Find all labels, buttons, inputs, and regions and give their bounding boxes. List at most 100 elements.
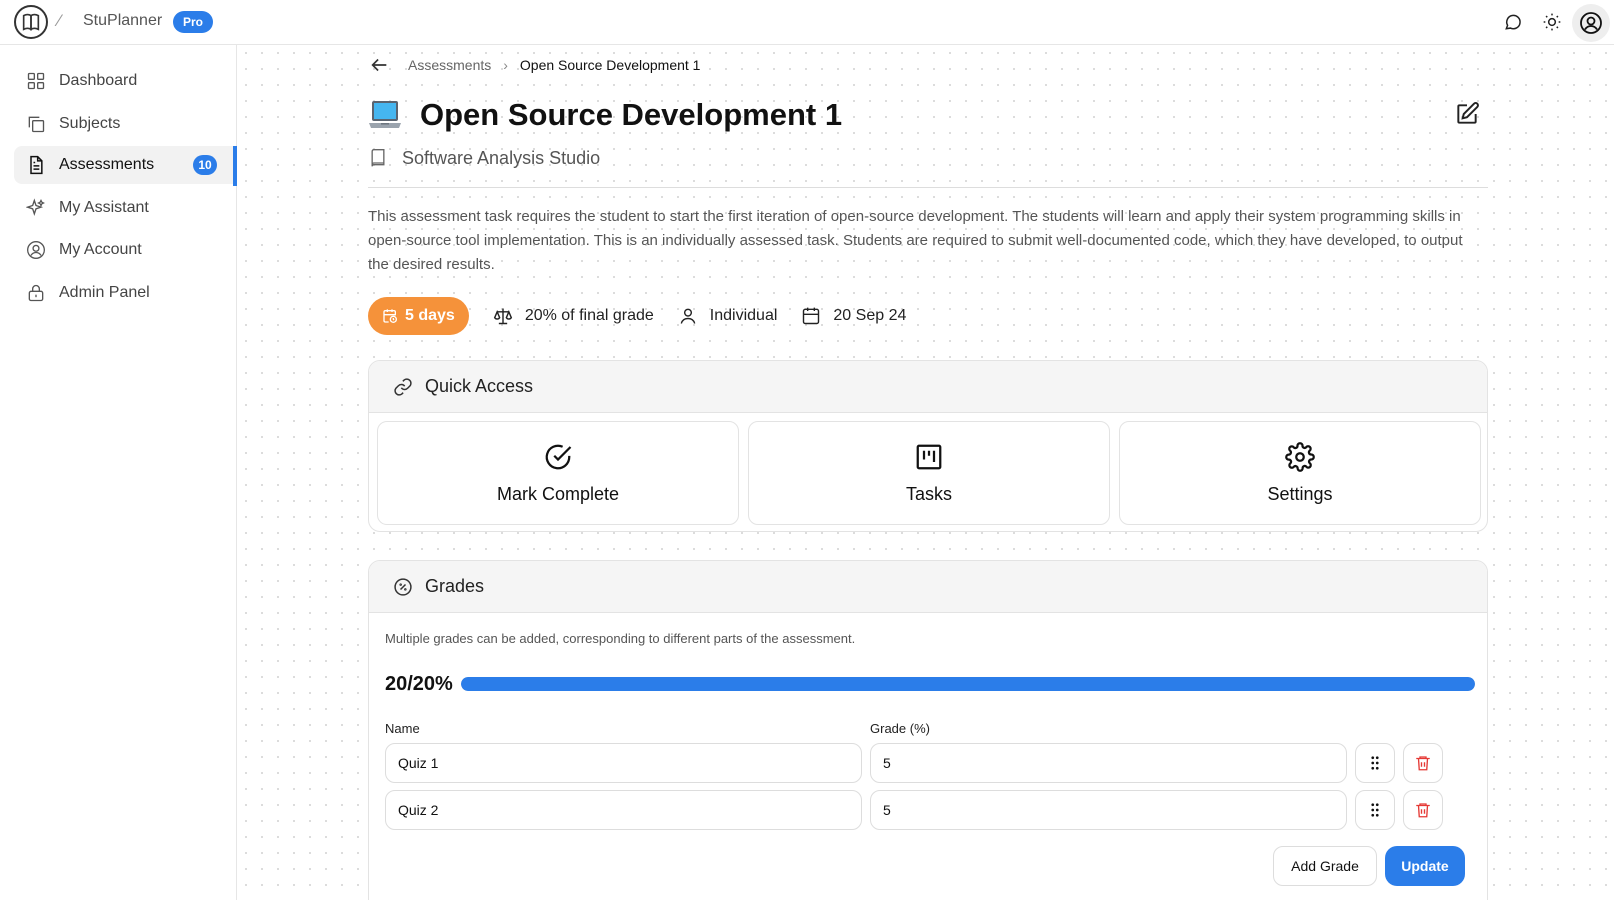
grade-row — [385, 743, 1475, 783]
update-grades-button[interactable]: Update — [1385, 846, 1465, 886]
theme-toggle-button[interactable] — [1541, 11, 1563, 33]
tasks-label: Tasks — [905, 483, 952, 504]
delete-grade-button[interactable] — [1403, 790, 1443, 830]
grades-progress-track — [460, 677, 1475, 691]
page-title: Open Source Development 1 — [420, 97, 843, 132]
grades-progress-fill — [460, 677, 1475, 691]
sidebar-item-assessments[interactable]: Assessments 10 — [14, 146, 237, 186]
sidebar-item-label: Admin Panel — [59, 284, 150, 301]
due-countdown-text: 5 days — [405, 307, 455, 324]
subject-row: Software Analysis Studio — [368, 145, 600, 171]
drag-handle-button[interactable] — [1355, 790, 1395, 830]
sidebar-item-label: Subjects — [59, 115, 121, 132]
mark-complete-button[interactable]: Mark Complete — [377, 421, 739, 525]
trash-icon — [1416, 756, 1430, 771]
tasks-button[interactable]: Tasks — [748, 421, 1110, 525]
book-logo-icon — [22, 13, 40, 31]
quick-access-header: Quick Access — [369, 361, 1487, 413]
quick-access-grid: Mark Complete Tasks Settings — [377, 421, 1481, 525]
app-logo[interactable] — [14, 5, 48, 39]
grip-vertical-icon — [1371, 803, 1379, 817]
grades-card: Grades Multiple grades can be added, cor… — [368, 560, 1488, 900]
sidebar-item-admin-panel[interactable]: Admin Panel — [14, 274, 237, 312]
scale-icon — [493, 308, 512, 325]
top-bar: ⁄ StuPlanner Pro — [0, 0, 1614, 45]
breadcrumb-current: Open Source Development 1 — [519, 57, 701, 73]
grip-vertical-icon — [1371, 756, 1379, 770]
quick-access-card: Quick Access Mark Complete Tasks Setting… — [368, 360, 1488, 532]
title-row: Open Source Development 1 — [368, 93, 842, 137]
sidebar-item-label: Assessments — [59, 156, 155, 173]
pro-badge: Pro — [173, 11, 214, 33]
copy-icon — [28, 116, 45, 133]
chat-bubble-icon — [1505, 14, 1521, 30]
sun-icon — [1543, 13, 1561, 31]
edit-icon — [1457, 102, 1479, 124]
grade-percent-input[interactable] — [870, 790, 1347, 830]
weight-meta: 20% of final grade — [493, 306, 654, 326]
arrow-left-icon — [371, 58, 387, 72]
sidebar-item-dashboard[interactable]: Dashboard — [14, 62, 237, 100]
user-circle-icon — [27, 241, 45, 259]
type-meta: Individual — [678, 306, 778, 326]
due-countdown-badge: 5 days — [368, 297, 469, 335]
percent-circle-icon — [394, 577, 412, 596]
quick-access-title: Quick Access — [425, 376, 534, 396]
grade-percent-input[interactable] — [870, 743, 1347, 783]
user-icon — [680, 308, 696, 324]
book-icon — [371, 149, 385, 167]
document-icon — [30, 155, 43, 175]
settings-label: Settings — [1267, 483, 1333, 504]
assessments-count-badge: 10 — [193, 155, 217, 175]
grades-progress-text: 20/20% — [385, 672, 453, 695]
trash-icon — [1416, 803, 1430, 818]
grades-hint: Multiple grades can be added, correspond… — [385, 631, 856, 646]
sidebar-item-label: Dashboard — [59, 72, 138, 89]
calendar-icon — [803, 307, 820, 325]
breadcrumb: Assessments › Open Source Development 1 — [368, 53, 700, 77]
feedback-button[interactable] — [1502, 11, 1524, 33]
link-icon — [394, 377, 412, 396]
account-avatar-button[interactable] — [1572, 4, 1610, 42]
gear-icon — [1285, 441, 1315, 472]
type-text: Individual — [709, 307, 778, 324]
back-button[interactable] — [368, 54, 390, 76]
grid-icon — [27, 72, 45, 90]
sidebar-item-label: My Assistant — [59, 199, 149, 216]
weight-text: 20% of final grade — [524, 307, 654, 324]
main-content: Assessments › Open Source Development 1 … — [238, 45, 1614, 900]
settings-button[interactable]: Settings — [1119, 421, 1481, 525]
grade-column-label: Grade (%) — [870, 721, 930, 736]
sidebar-item-subjects[interactable]: Subjects — [14, 105, 237, 143]
due-date-meta: 20 Sep 24 — [801, 306, 906, 326]
lock-icon — [28, 284, 44, 302]
name-column-label: Name — [385, 721, 420, 736]
check-circle-icon — [545, 444, 572, 469]
assessment-meta: 5 days 20% of final grade Individual 20 … — [368, 297, 930, 335]
subject-name[interactable]: Software Analysis Studio — [402, 148, 600, 169]
grades-header: Grades — [369, 561, 1487, 613]
breadcrumb-separator: › — [503, 57, 508, 73]
title-separator: ⁄ — [58, 11, 61, 30]
breadcrumb-assessments-link[interactable]: Assessments — [408, 57, 491, 73]
header-divider — [368, 187, 1488, 188]
mark-complete-label: Mark Complete — [496, 483, 620, 504]
grade-row — [385, 790, 1475, 830]
assessment-description: This assessment task requires the studen… — [368, 208, 1463, 273]
grades-progress: 20/20% — [385, 671, 1475, 697]
grades-title: Grades — [425, 576, 485, 596]
grade-name-input[interactable] — [385, 743, 862, 783]
delete-grade-button[interactable] — [1403, 743, 1443, 783]
app-title[interactable]: StuPlanner — [83, 12, 162, 30]
sidebar-item-my-assistant[interactable]: My Assistant — [14, 189, 237, 227]
edit-assessment-button[interactable] — [1454, 101, 1480, 127]
drag-handle-button[interactable] — [1355, 743, 1395, 783]
kanban-icon — [916, 444, 942, 469]
sidebar-item-label: My Account — [59, 241, 142, 258]
due-date-text: 20 Sep 24 — [833, 307, 907, 324]
sidebar-item-my-account[interactable]: My Account — [14, 231, 237, 269]
sidebar: Dashboard Subjects Assessments 10 My Ass… — [0, 45, 237, 900]
add-grade-button[interactable]: Add Grade — [1273, 846, 1377, 886]
calendar-clock-icon — [383, 309, 397, 323]
grade-name-input[interactable] — [385, 790, 862, 830]
